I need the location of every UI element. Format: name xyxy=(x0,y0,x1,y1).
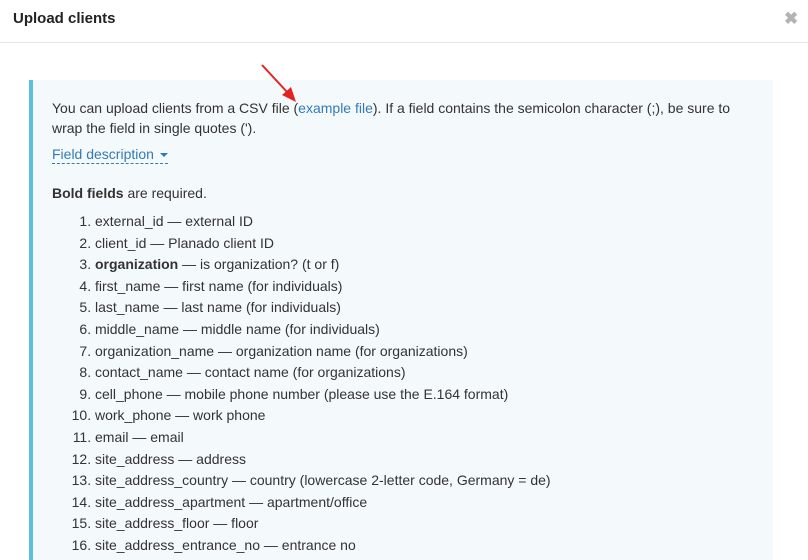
field-item: site_address — address xyxy=(95,449,551,471)
field-name: site_address xyxy=(95,450,175,467)
caret-down-icon xyxy=(159,153,168,158)
field-item: cell_phone — mobile phone number (please… xyxy=(95,384,551,406)
field-item: site_address_apartment — apartment/offic… xyxy=(95,492,551,514)
field-item: organization — is organization? (t or f) xyxy=(95,254,551,276)
field-name: cell_phone xyxy=(95,385,163,402)
close-icon[interactable]: ✖ xyxy=(784,9,800,29)
field-description: — organization name (for organizations) xyxy=(214,342,468,359)
field-item: site_address_country — country (lowercas… xyxy=(95,470,551,492)
field-item: organization_name — organization name (f… xyxy=(95,341,551,363)
field-name: external_id xyxy=(95,213,164,229)
field-item: email — email xyxy=(95,427,551,449)
fields-list: external_id — external IDclient_id — Pla… xyxy=(52,211,551,557)
field-name: contact_name xyxy=(95,364,183,381)
field-description: — first name (for individuals) xyxy=(160,277,343,294)
field-name: organization_name xyxy=(95,342,215,359)
field-description: — Planado client ID xyxy=(146,234,274,251)
field-item: external_id — external ID xyxy=(95,211,551,233)
field-description: — apartment/office xyxy=(245,493,368,510)
example-file-link[interactable]: example file xyxy=(298,100,373,116)
field-name: first_name xyxy=(95,277,161,294)
info-panel: You can upload clients from a CSV file (… xyxy=(29,80,773,560)
field-description-label: Field description xyxy=(52,146,154,162)
field-description: — work phone xyxy=(171,407,266,424)
field-item: site_address_entrance_no — entrance no xyxy=(95,535,551,557)
field-name: site_address_country xyxy=(95,472,229,489)
field-name: work_phone xyxy=(95,407,172,424)
field-description: — is organization? (t or f) xyxy=(178,256,340,273)
field-description: — floor xyxy=(209,515,259,532)
field-item: middle_name — middle name (for individua… xyxy=(95,319,551,341)
field-item: first_name — first name (for individuals… xyxy=(95,276,551,298)
required-note: Bold fields are required. xyxy=(52,185,207,201)
field-description: — mobile phone number (please use the E.… xyxy=(162,385,509,402)
field-description: — middle name (for individuals) xyxy=(179,320,380,337)
field-description: — last name (for individuals) xyxy=(159,299,341,316)
field-description-toggle[interactable]: Field description xyxy=(52,146,168,164)
field-description: — address xyxy=(174,450,246,467)
field-name: email xyxy=(95,428,129,445)
field-item: last_name — last name (for individuals) xyxy=(95,297,551,319)
field-name: middle_name xyxy=(95,320,180,337)
field-name: last_name xyxy=(95,299,160,316)
field-description: — email xyxy=(128,428,184,445)
field-description: — country (lowercase 2-letter code, Germ… xyxy=(228,472,551,489)
required-note-rest: are required. xyxy=(123,185,207,201)
field-description: — contact name (for organizations) xyxy=(182,364,406,381)
field-description: — entrance no xyxy=(260,536,356,553)
field-name: site_address_entrance_no xyxy=(95,536,261,553)
annotation-arrow-icon xyxy=(261,64,296,102)
field-item: contact_name — contact name (for organiz… xyxy=(95,362,551,384)
field-name: client_id xyxy=(95,234,147,251)
intro-text: You can upload clients from a CSV file (… xyxy=(52,98,752,138)
modal-header: Upload clients ✖ xyxy=(0,0,808,43)
field-item: work_phone — work phone xyxy=(95,405,551,427)
field-item: site_address_floor — floor xyxy=(95,513,551,535)
field-description: — external ID xyxy=(163,213,253,229)
field-name: site_address_floor xyxy=(95,515,210,532)
modal-title: Upload clients xyxy=(13,10,116,27)
bold-fields-label: Bold fields xyxy=(52,185,124,201)
field-item: client_id — Planado client ID xyxy=(95,233,551,255)
field-name: organization xyxy=(95,256,179,273)
field-name: site_address_apartment xyxy=(95,493,246,510)
